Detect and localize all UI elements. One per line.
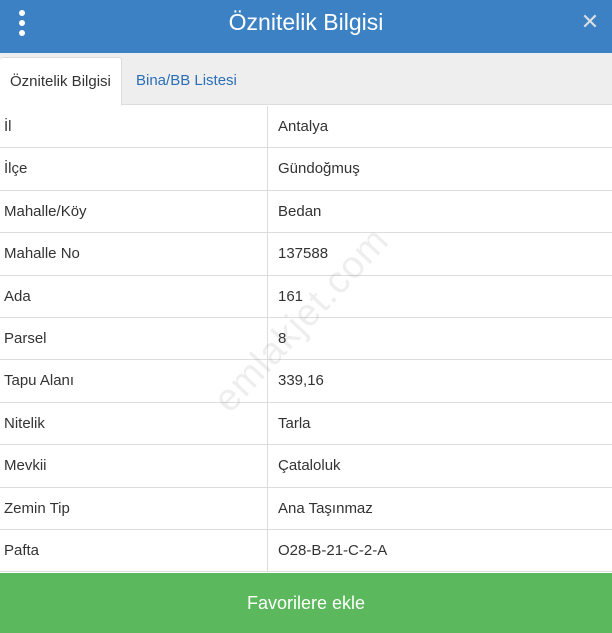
- table-row: Nitelik Tarla: [0, 402, 612, 446]
- table-row: Mevkii Çataloluk: [0, 445, 612, 488]
- row-value: 137588: [278, 245, 329, 263]
- header-bar: Öznitelik Bilgisi ✕: [0, 0, 612, 53]
- row-value: Gündoğmuş: [278, 160, 360, 178]
- row-value: Antalya: [278, 118, 329, 135]
- row-value: 161: [278, 287, 304, 305]
- row-label: Mahalle No: [0, 233, 268, 275]
- row-value: 8: [278, 329, 287, 347]
- row-label: Mevkii: [0, 445, 268, 487]
- table-row: Zemin Tip Ana Taşınmaz: [0, 487, 612, 530]
- row-label: Pafta: [0, 529, 268, 572]
- row-value: O28-B-21-C-2-A: [278, 541, 388, 559]
- row-value: Bedan: [278, 202, 322, 220]
- table-row: Mahalle No 137588: [0, 233, 612, 276]
- row-label: İl: [0, 106, 268, 148]
- row-label: Nitelik: [0, 402, 268, 445]
- tab-bina-bb-listesi[interactable]: Bina/BB Listesi: [126, 57, 247, 106]
- row-label: Parsel: [0, 317, 268, 360]
- table-row: Ada 161: [0, 275, 612, 318]
- row-value: Çataloluk: [278, 457, 341, 475]
- table-row: Mahalle/Köy Bedan: [0, 190, 612, 234]
- row-value: Ana Taşınmaz: [278, 499, 373, 517]
- tab-oznitelik-bilgisi[interactable]: Öznitelik Bilgisi: [0, 57, 122, 106]
- table-row: İl Antalya: [0, 106, 612, 149]
- row-label: Mahalle/Köy: [0, 190, 268, 233]
- row-label: Zemin Tip: [0, 487, 268, 529]
- add-to-favorites-button[interactable]: Favorilere ekle: [0, 573, 612, 633]
- attribute-table: İl Antalya İlçe Gündoğmuş Mahalle/Köy Be…: [0, 106, 612, 573]
- tab-bar: Öznitelik Bilgisi Bina/BB Listesi: [0, 53, 612, 106]
- row-label: Tapu Alanı: [0, 360, 268, 402]
- row-value: 339,16: [278, 372, 324, 390]
- table-row: Parsel 8: [0, 317, 612, 361]
- table-row: Tapu Alanı 339,16: [0, 360, 612, 403]
- row-value: Tarla: [278, 414, 311, 432]
- table-row: İlçe Gündoğmuş: [0, 148, 612, 191]
- close-icon[interactable]: ✕: [580, 11, 600, 33]
- header-title: Öznitelik Bilgisi: [228, 9, 384, 35]
- row-label: İlçe: [0, 148, 268, 190]
- table-row: Pafta O28-B-21-C-2-A: [0, 529, 612, 573]
- row-label: Ada: [0, 275, 268, 317]
